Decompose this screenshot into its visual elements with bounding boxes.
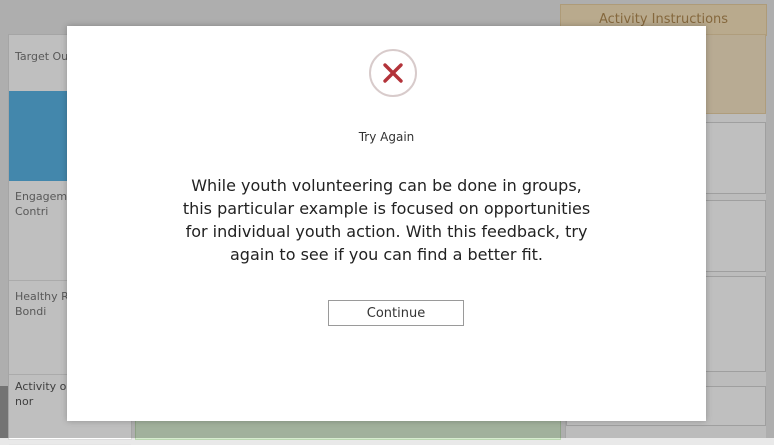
x-mark-glyph: [383, 63, 403, 83]
feedback-text: While youth volunteering can be done in …: [67, 174, 706, 266]
feedback-line: for individual youth action. With this f…: [185, 222, 588, 241]
feedback-line: this particular example is focused on op…: [182, 199, 591, 218]
status-title: Try Again: [358, 130, 415, 144]
feedback-modal: Try Again While youth volunteering can b…: [67, 26, 706, 421]
x-mark-icon: [369, 49, 417, 97]
feedback-line: again to see if you can find a better fi…: [229, 245, 543, 264]
continue-button[interactable]: Continue: [328, 300, 464, 326]
feedback-line: While youth volunteering can be done in …: [191, 176, 582, 195]
